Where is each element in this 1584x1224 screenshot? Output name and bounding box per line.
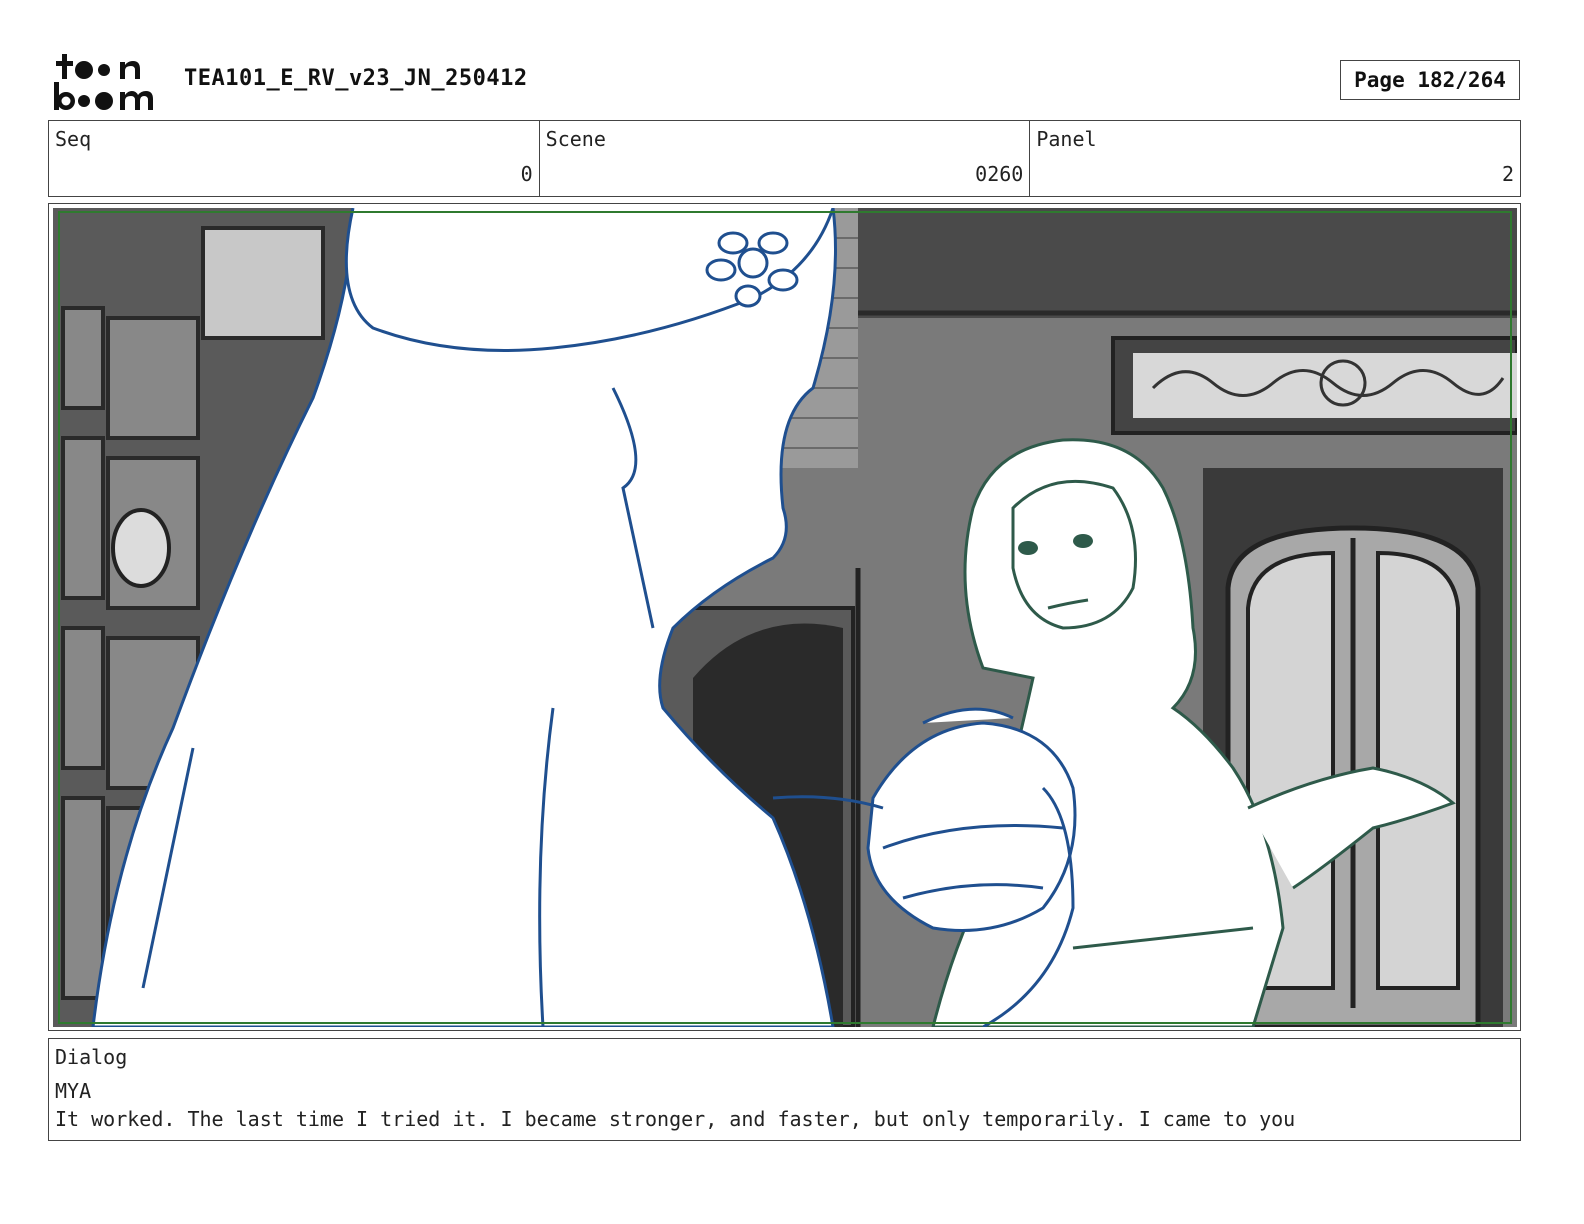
storyboard-panel (48, 203, 1521, 1031)
dialog-box: Dialog MYA It worked. The last time I tr… (48, 1038, 1521, 1141)
panel-cell: Panel 2 (1030, 121, 1520, 196)
scene-value: 0260 (975, 162, 1024, 186)
page-indicator: Page 182/264 (1340, 60, 1520, 100)
scene-info-row: Seq 0 Scene 0260 Panel 2 (48, 120, 1521, 197)
dialog-speaker: MYA (55, 1079, 92, 1103)
panel-value: 2 (1501, 162, 1515, 186)
scene-cell: Scene 0260 (540, 121, 1031, 196)
seq-value: 0 (520, 162, 533, 186)
scene-label: Scene (545, 127, 606, 151)
seq-label: Seq (55, 127, 92, 151)
toon-boom-logo (54, 54, 153, 110)
panel-artwork (53, 208, 1517, 1027)
seq-cell: Seq 0 (49, 121, 540, 196)
document-title: TEA101_E_RV_v23_JN_250412 (184, 66, 528, 91)
panel-label: Panel (1036, 127, 1097, 151)
dialog-text: It worked. The last time I tried it. I b… (55, 1107, 1296, 1131)
dialog-label: Dialog (55, 1045, 128, 1069)
